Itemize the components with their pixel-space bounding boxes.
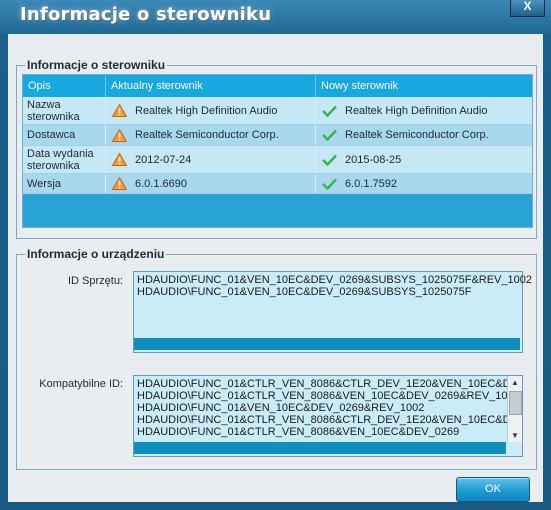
hardware-id-item[interactable]: HDAUDIO\FUNC_01&VEN_10EC&DEV_0269&SUBSYS… bbox=[137, 274, 532, 286]
row-label: Dostawca bbox=[23, 125, 106, 145]
title-bar[interactable]: Informacje o sterowniku bbox=[0, 0, 551, 34]
window-title: Informacje o sterowniku bbox=[20, 4, 272, 25]
warning-triangle-icon bbox=[112, 177, 127, 190]
listbox-bottom-band bbox=[134, 338, 520, 350]
warning-triangle-icon bbox=[112, 104, 127, 117]
current-driver-cell: 6.0.1.6690 bbox=[106, 174, 316, 193]
dialog-body: Informacje o sterowniku Opis Aktualny st… bbox=[8, 34, 543, 502]
compatible-id-item[interactable]: HDAUDIO\FUNC_01&CTLR_VEN_8086&CTLR_DEV_1… bbox=[137, 414, 518, 426]
table-row-version[interactable]: Wersja 6.0.1.6690 6.0.1.7592 bbox=[23, 174, 532, 194]
current-driver-value: 6.0.1.6690 bbox=[135, 177, 187, 190]
table-row-vendor[interactable]: Dostawca Realtek Semiconductor Corp. Rea… bbox=[23, 125, 532, 146]
table-row-driver-name[interactable]: Nazwa sterownika Realtek High Definition… bbox=[23, 97, 532, 125]
device-info-group-title: Informacje o urządzeniu bbox=[25, 247, 167, 261]
new-driver-value: Realtek High Definition Audio bbox=[345, 104, 488, 117]
hardware-id-item[interactable]: HDAUDIO\FUNC_01&VEN_10EC&DEV_0269&SUBSYS… bbox=[137, 286, 471, 298]
column-header-description[interactable]: Opis bbox=[23, 75, 106, 97]
new-driver-cell: 2015-08-25 bbox=[316, 146, 532, 173]
column-header-current-driver[interactable]: Aktualny sterownik bbox=[106, 75, 316, 97]
scroll-up-arrow-icon[interactable]: ▲ bbox=[508, 376, 522, 389]
table-row-release-date[interactable]: Data wydania sterownika 2012-07-24 2015-… bbox=[23, 146, 532, 174]
warning-triangle-icon bbox=[112, 153, 127, 166]
dialog-window: Informacje o sterowniku X Informacje o s… bbox=[0, 0, 551, 510]
driver-comparison-table: Opis Aktualny sterownik Nowy sterownik N… bbox=[22, 74, 533, 228]
column-header-new-driver[interactable]: Nowy sterownik bbox=[316, 75, 532, 97]
compatible-id-item[interactable]: HDAUDIO\FUNC_01&CTLR_VEN_8086&CTLR_DEV_1… bbox=[137, 378, 518, 390]
close-button[interactable]: X bbox=[510, 0, 545, 17]
listbox-bottom-band bbox=[134, 442, 506, 454]
compatible-id-listbox[interactable]: HDAUDIO\FUNC_01&CTLR_VEN_8086&CTLR_DEV_1… bbox=[133, 375, 523, 457]
new-driver-cell: Realtek High Definition Audio bbox=[316, 97, 532, 124]
compatible-id-item[interactable]: HDAUDIO\FUNC_01&CTLR_VEN_8086&VEN_10EC&D… bbox=[137, 390, 520, 402]
scroll-down-arrow-icon[interactable]: ▼ bbox=[508, 429, 522, 442]
scrollbar-thumb[interactable] bbox=[509, 391, 522, 415]
new-driver-cell: Realtek Semiconductor Corp. bbox=[316, 125, 532, 145]
new-driver-value: 6.0.1.7592 bbox=[345, 177, 397, 190]
table-header: Opis Aktualny sterownik Nowy sterownik bbox=[23, 75, 532, 97]
current-driver-value: Realtek High Definition Audio bbox=[135, 104, 278, 117]
warning-triangle-icon bbox=[112, 128, 127, 142]
current-driver-value: Realtek Semiconductor Corp. bbox=[135, 129, 279, 141]
row-label: Wersja bbox=[23, 174, 106, 193]
green-check-icon bbox=[322, 105, 337, 117]
green-check-icon bbox=[322, 129, 337, 141]
green-check-icon bbox=[322, 154, 337, 166]
new-driver-value: Realtek Semiconductor Corp. bbox=[345, 129, 489, 141]
compatible-id-item[interactable]: HDAUDIO\FUNC_01&CTLR_VEN_8086&VEN_10EC&D… bbox=[137, 426, 459, 438]
compatible-id-item[interactable]: HDAUDIO\FUNC_01&VEN_10EC&DEV_0269&REV_10… bbox=[137, 402, 424, 414]
current-driver-cell: 2012-07-24 bbox=[106, 146, 316, 173]
current-driver-cell: Realtek Semiconductor Corp. bbox=[106, 125, 316, 145]
compatible-id-scrollbar[interactable]: ▲ ▼ bbox=[507, 376, 522, 442]
green-check-icon bbox=[322, 178, 337, 190]
current-driver-cell: Realtek High Definition Audio bbox=[106, 97, 316, 124]
new-driver-cell: 6.0.1.7592 bbox=[316, 174, 532, 193]
hardware-id-label: ID Sprzętu: bbox=[67, 275, 123, 287]
ok-button[interactable]: OK bbox=[456, 477, 530, 502]
hardware-id-listbox[interactable]: HDAUDIO\FUNC_01&VEN_10EC&DEV_0269&SUBSYS… bbox=[133, 271, 532, 353]
current-driver-value: 2012-07-24 bbox=[135, 153, 192, 166]
row-label: Data wydania sterownika bbox=[23, 146, 106, 173]
row-label: Nazwa sterownika bbox=[23, 97, 106, 124]
new-driver-value: 2015-08-25 bbox=[345, 153, 402, 166]
compatible-id-label: Kompatybilne ID: bbox=[39, 378, 123, 390]
driver-info-group-title: Informacje o sterowniku bbox=[25, 58, 168, 72]
